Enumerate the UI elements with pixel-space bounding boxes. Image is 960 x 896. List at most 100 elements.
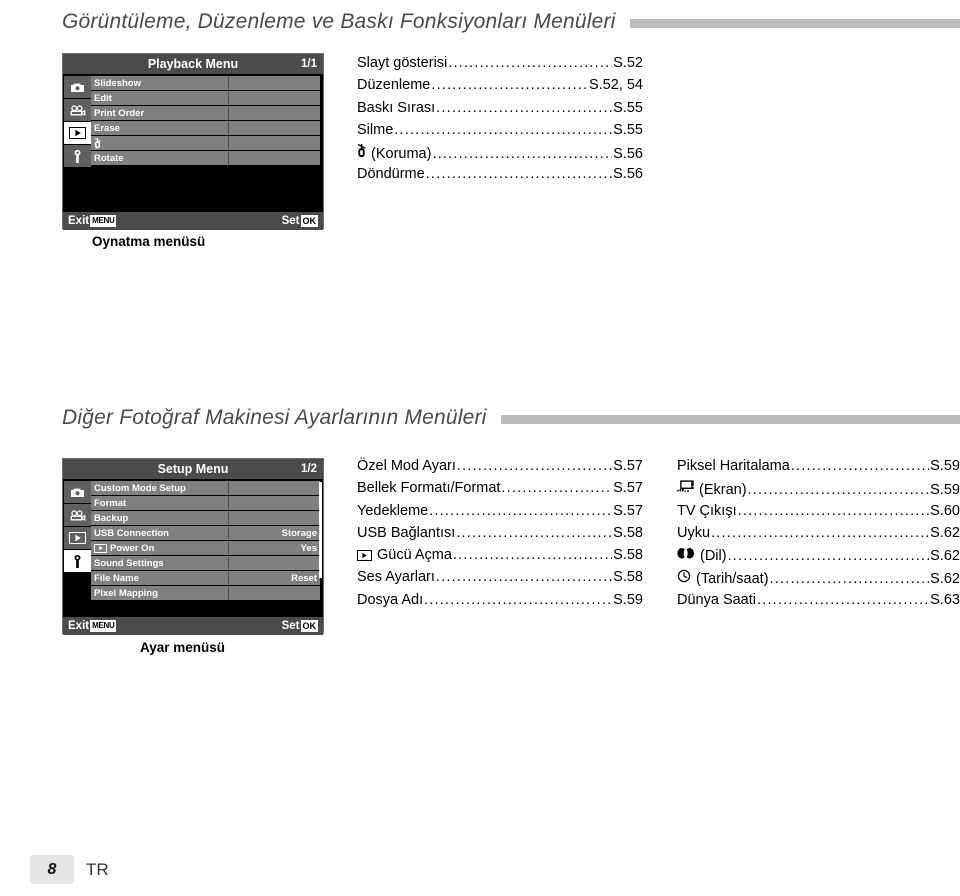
index-entry[interactable]: Yedekleme ..............................… (357, 503, 643, 525)
menu-row-label: Edit (94, 92, 112, 104)
sidebar-tab-playback[interactable] (64, 122, 91, 144)
menu-row-edit[interactable]: Edit (91, 91, 320, 105)
row-divider (228, 556, 230, 570)
index-entry-page: S.52 (613, 55, 643, 71)
menu-scrollbar[interactable] (319, 482, 322, 578)
section-heading-playback: Görüntüleme, Düzenleme ve Baskı Fonksiyo… (62, 10, 960, 34)
menu-row-label: Sound Settings (94, 557, 164, 569)
set-label: Set (281, 215, 300, 227)
exit-label: Exit (68, 215, 90, 227)
heading-rule (500, 415, 960, 424)
index-entry-name: Dosya Adı (357, 591, 424, 608)
sidebar-tab-movie[interactable] (64, 99, 91, 121)
index-entry[interactable]: (Dil) ..................................… (677, 547, 960, 569)
sidebar-tab-playback[interactable] (64, 527, 91, 549)
leader-dots: ........................................… (501, 480, 612, 497)
index-entry-page: S.55 (613, 99, 643, 116)
protect-key-icon (94, 137, 101, 149)
index-entry-name: TV Çıkışı (677, 502, 737, 519)
leader-dots: ........................................… (432, 146, 612, 163)
exit-control[interactable]: Exit MENU (68, 215, 117, 227)
menu-row-print-order[interactable]: Print Order (91, 106, 320, 120)
index-entry-page: S.59 (930, 482, 960, 499)
index-entry-name: Düzenleme (357, 77, 431, 94)
index-entry-name: Slayt gösterisi (357, 55, 448, 71)
index-entry[interactable]: Gücü Açma ..............................… (357, 547, 643, 569)
menu-row-pixel-mapping[interactable]: Pixel Mapping (91, 586, 320, 600)
index-entry[interactable]: Silme ..................................… (357, 122, 643, 144)
index-entry-page: S.56 (613, 166, 643, 183)
index-entry-page: S.62 (930, 548, 960, 565)
setup-menu-rows: Custom Mode Setup Format Backup USB Conn… (91, 479, 323, 617)
row-divider (228, 511, 230, 525)
index-entry-page: S.62 (930, 571, 960, 588)
sidebar-tab-camera[interactable] (64, 481, 91, 503)
setup-menu-tab-strip (63, 479, 91, 617)
index-entry[interactable]: (Tarih/saat) ...........................… (677, 569, 960, 591)
index-entry[interactable]: Slayt gösterisi ........................… (357, 55, 643, 77)
menu-row-rotate[interactable]: Rotate (91, 151, 320, 165)
leader-dots: ........................................… (769, 571, 930, 588)
index-entry[interactable]: Baskı Sırası ...........................… (357, 100, 643, 122)
index-entry-page: S.63 (930, 591, 960, 608)
index-entry[interactable]: USB Bağlantısı .........................… (357, 525, 643, 547)
menu-row-backup[interactable]: Backup (91, 511, 320, 525)
language-icon (677, 547, 695, 560)
menu-row-erase[interactable]: Erase (91, 121, 320, 135)
index-entry-page: S.60 (930, 502, 960, 519)
menu-row-sound-settings[interactable]: Sound Settings (91, 556, 320, 570)
menu-row-label: Format (94, 497, 127, 509)
menu-row-value: Yes (300, 542, 317, 554)
index-column-setup-right: Piksel Haritalama ......................… (677, 458, 960, 614)
playback-icon (357, 550, 372, 562)
setup-menu-panel: Setup Menu 1/2 Custom Mode Setup Format … (62, 458, 324, 635)
index-entry[interactable]: (Koruma) ...............................… (357, 144, 643, 166)
menu-row-usb-connection[interactable]: USB Connection Storage (91, 526, 320, 540)
index-entry[interactable]: Dünya Saati ............................… (677, 592, 960, 614)
playback-icon (69, 127, 86, 139)
menu-row-label: File Name (94, 572, 139, 584)
movie-camera-icon (70, 104, 86, 116)
menu-row-label: Custom Mode Setup (94, 482, 186, 494)
index-entry[interactable]: Ses Ayarları ...........................… (357, 569, 643, 591)
setup-menu-caption: Ayar menüsü (140, 640, 226, 655)
monitor-icon (677, 480, 694, 494)
index-entry[interactable]: Döndürme ...............................… (357, 166, 643, 188)
menu-row-protect[interactable] (91, 136, 320, 150)
index-entry-name: (Ekran) (699, 482, 747, 499)
set-label: Set (281, 620, 300, 632)
menu-row-custom-mode-setup[interactable]: Custom Mode Setup (91, 481, 320, 495)
menu-row-power-on[interactable]: Power On Yes (91, 541, 320, 555)
index-entry[interactable]: Uyku ...................................… (677, 525, 960, 547)
index-entry[interactable]: Özel Mod Ayarı .........................… (357, 458, 643, 480)
index-entry[interactable]: Dosya Adı ..............................… (357, 592, 643, 614)
sidebar-tab-movie[interactable] (64, 504, 91, 526)
set-control[interactable]: Set OK (282, 215, 318, 227)
index-entry[interactable]: TV Çıkışı ..............................… (677, 503, 960, 525)
row-divider (228, 586, 230, 600)
page-footer: 8 TR (30, 855, 109, 884)
sidebar-tab-camera[interactable] (64, 76, 91, 98)
menu-row-slideshow[interactable]: Slideshow (91, 76, 320, 90)
index-entry[interactable]: Piksel Haritalama ......................… (677, 458, 960, 480)
menu-row-file-name[interactable]: File Name Reset (91, 571, 320, 585)
index-entry-name: Döndürme (357, 166, 425, 183)
sidebar-tab-setup[interactable] (64, 550, 91, 572)
playback-menu-title: Playback Menu (147, 57, 239, 71)
index-entry[interactable]: Düzenleme ..............................… (357, 77, 643, 99)
menu-key-cap: MENU (90, 215, 117, 227)
menu-row-format[interactable]: Format (91, 496, 320, 510)
ok-key-cap: OK (300, 620, 318, 632)
index-entry[interactable]: Bellek Formatı/Format ..................… (357, 480, 643, 502)
sidebar-tab-setup[interactable] (64, 145, 91, 167)
set-control[interactable]: Set OK (282, 620, 318, 632)
ok-key-cap: OK (300, 215, 318, 227)
menu-row-label: Backup (94, 512, 129, 524)
index-column-playback: Slayt gösterisi ........................… (357, 55, 643, 189)
row-divider (228, 526, 230, 540)
index-entry-name: (Dil) (700, 548, 727, 565)
leader-dots: ........................................… (757, 591, 930, 608)
wrench-icon (73, 149, 82, 163)
exit-control[interactable]: Exit MENU (68, 620, 117, 632)
index-entry[interactable]: (Ekran) ................................… (677, 480, 960, 502)
